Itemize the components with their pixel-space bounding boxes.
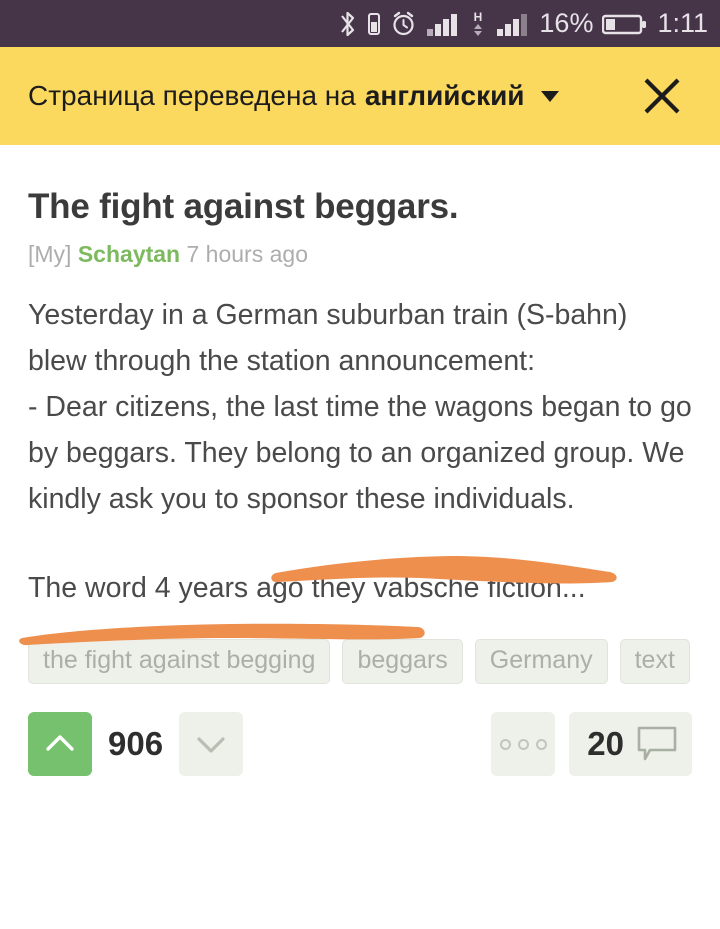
- close-icon: [644, 78, 680, 114]
- more-dots-icon: [535, 738, 547, 750]
- post-container: The fight against beggars. [My] Schaytan…: [0, 187, 720, 776]
- tag-list: the fight against begging beggars German…: [28, 639, 692, 684]
- tag-item[interactable]: Germany: [474, 639, 608, 684]
- battery-percent-label: 16%: [539, 8, 594, 38]
- upvote-button[interactable]: [28, 712, 92, 776]
- chevron-up-icon: [46, 735, 74, 751]
- downvote-button[interactable]: [179, 712, 244, 776]
- post-meta: [My] Schaytan 7 hours ago: [28, 241, 692, 268]
- comment-bubble-icon: [637, 726, 677, 761]
- post-body-text: Yesterday in a German suburban train (S-…: [28, 299, 692, 515]
- comments-button[interactable]: 20: [569, 712, 692, 776]
- tag-item[interactable]: text: [619, 639, 690, 684]
- vote-score: 906: [108, 725, 164, 762]
- post-actions-bar: 906 20: [28, 712, 692, 776]
- close-banner-button[interactable]: [636, 70, 688, 122]
- vibrate-icon: [368, 12, 381, 35]
- post-author-link[interactable]: Schaytan: [78, 241, 180, 267]
- translate-language-label: английский: [364, 80, 525, 111]
- alarm-icon: [393, 11, 415, 35]
- post-timestamp: 7 hours ago: [186, 241, 308, 267]
- tag-item[interactable]: the fight against begging: [28, 639, 331, 684]
- status-bar-icons: H 16% 1:11: [338, 8, 708, 39]
- status-bar: H 16% 1:11: [0, 0, 720, 47]
- translate-banner-text[interactable]: Страница переведена на английский: [28, 80, 636, 112]
- more-options-button[interactable]: [491, 712, 556, 776]
- chevron-down-icon[interactable]: [540, 90, 559, 102]
- more-dots-icon: [517, 738, 529, 750]
- bluetooth-icon: [341, 11, 355, 36]
- translate-prefix-label: Страница переведена на: [28, 80, 356, 111]
- translate-banner: Страница переведена на английский: [0, 47, 720, 145]
- svg-text:H: H: [474, 10, 483, 24]
- hspa-data-icon: H: [474, 10, 483, 36]
- comments-count-label: 20: [587, 725, 624, 762]
- post-excerpt-text: The word 4 years ago they vabsche fictio…: [28, 572, 586, 604]
- battery-icon: [602, 14, 647, 34]
- clock-label: 1:11: [657, 8, 708, 38]
- signal-bars-secondary-icon: [497, 13, 528, 36]
- post-community-label: [My]: [28, 241, 72, 267]
- more-dots-icon: [499, 738, 511, 750]
- signal-bars-icon: [427, 13, 458, 36]
- page-title: The fight against beggars.: [28, 187, 459, 226]
- chevron-down-icon: [197, 737, 225, 753]
- tag-item[interactable]: beggars: [342, 639, 463, 684]
